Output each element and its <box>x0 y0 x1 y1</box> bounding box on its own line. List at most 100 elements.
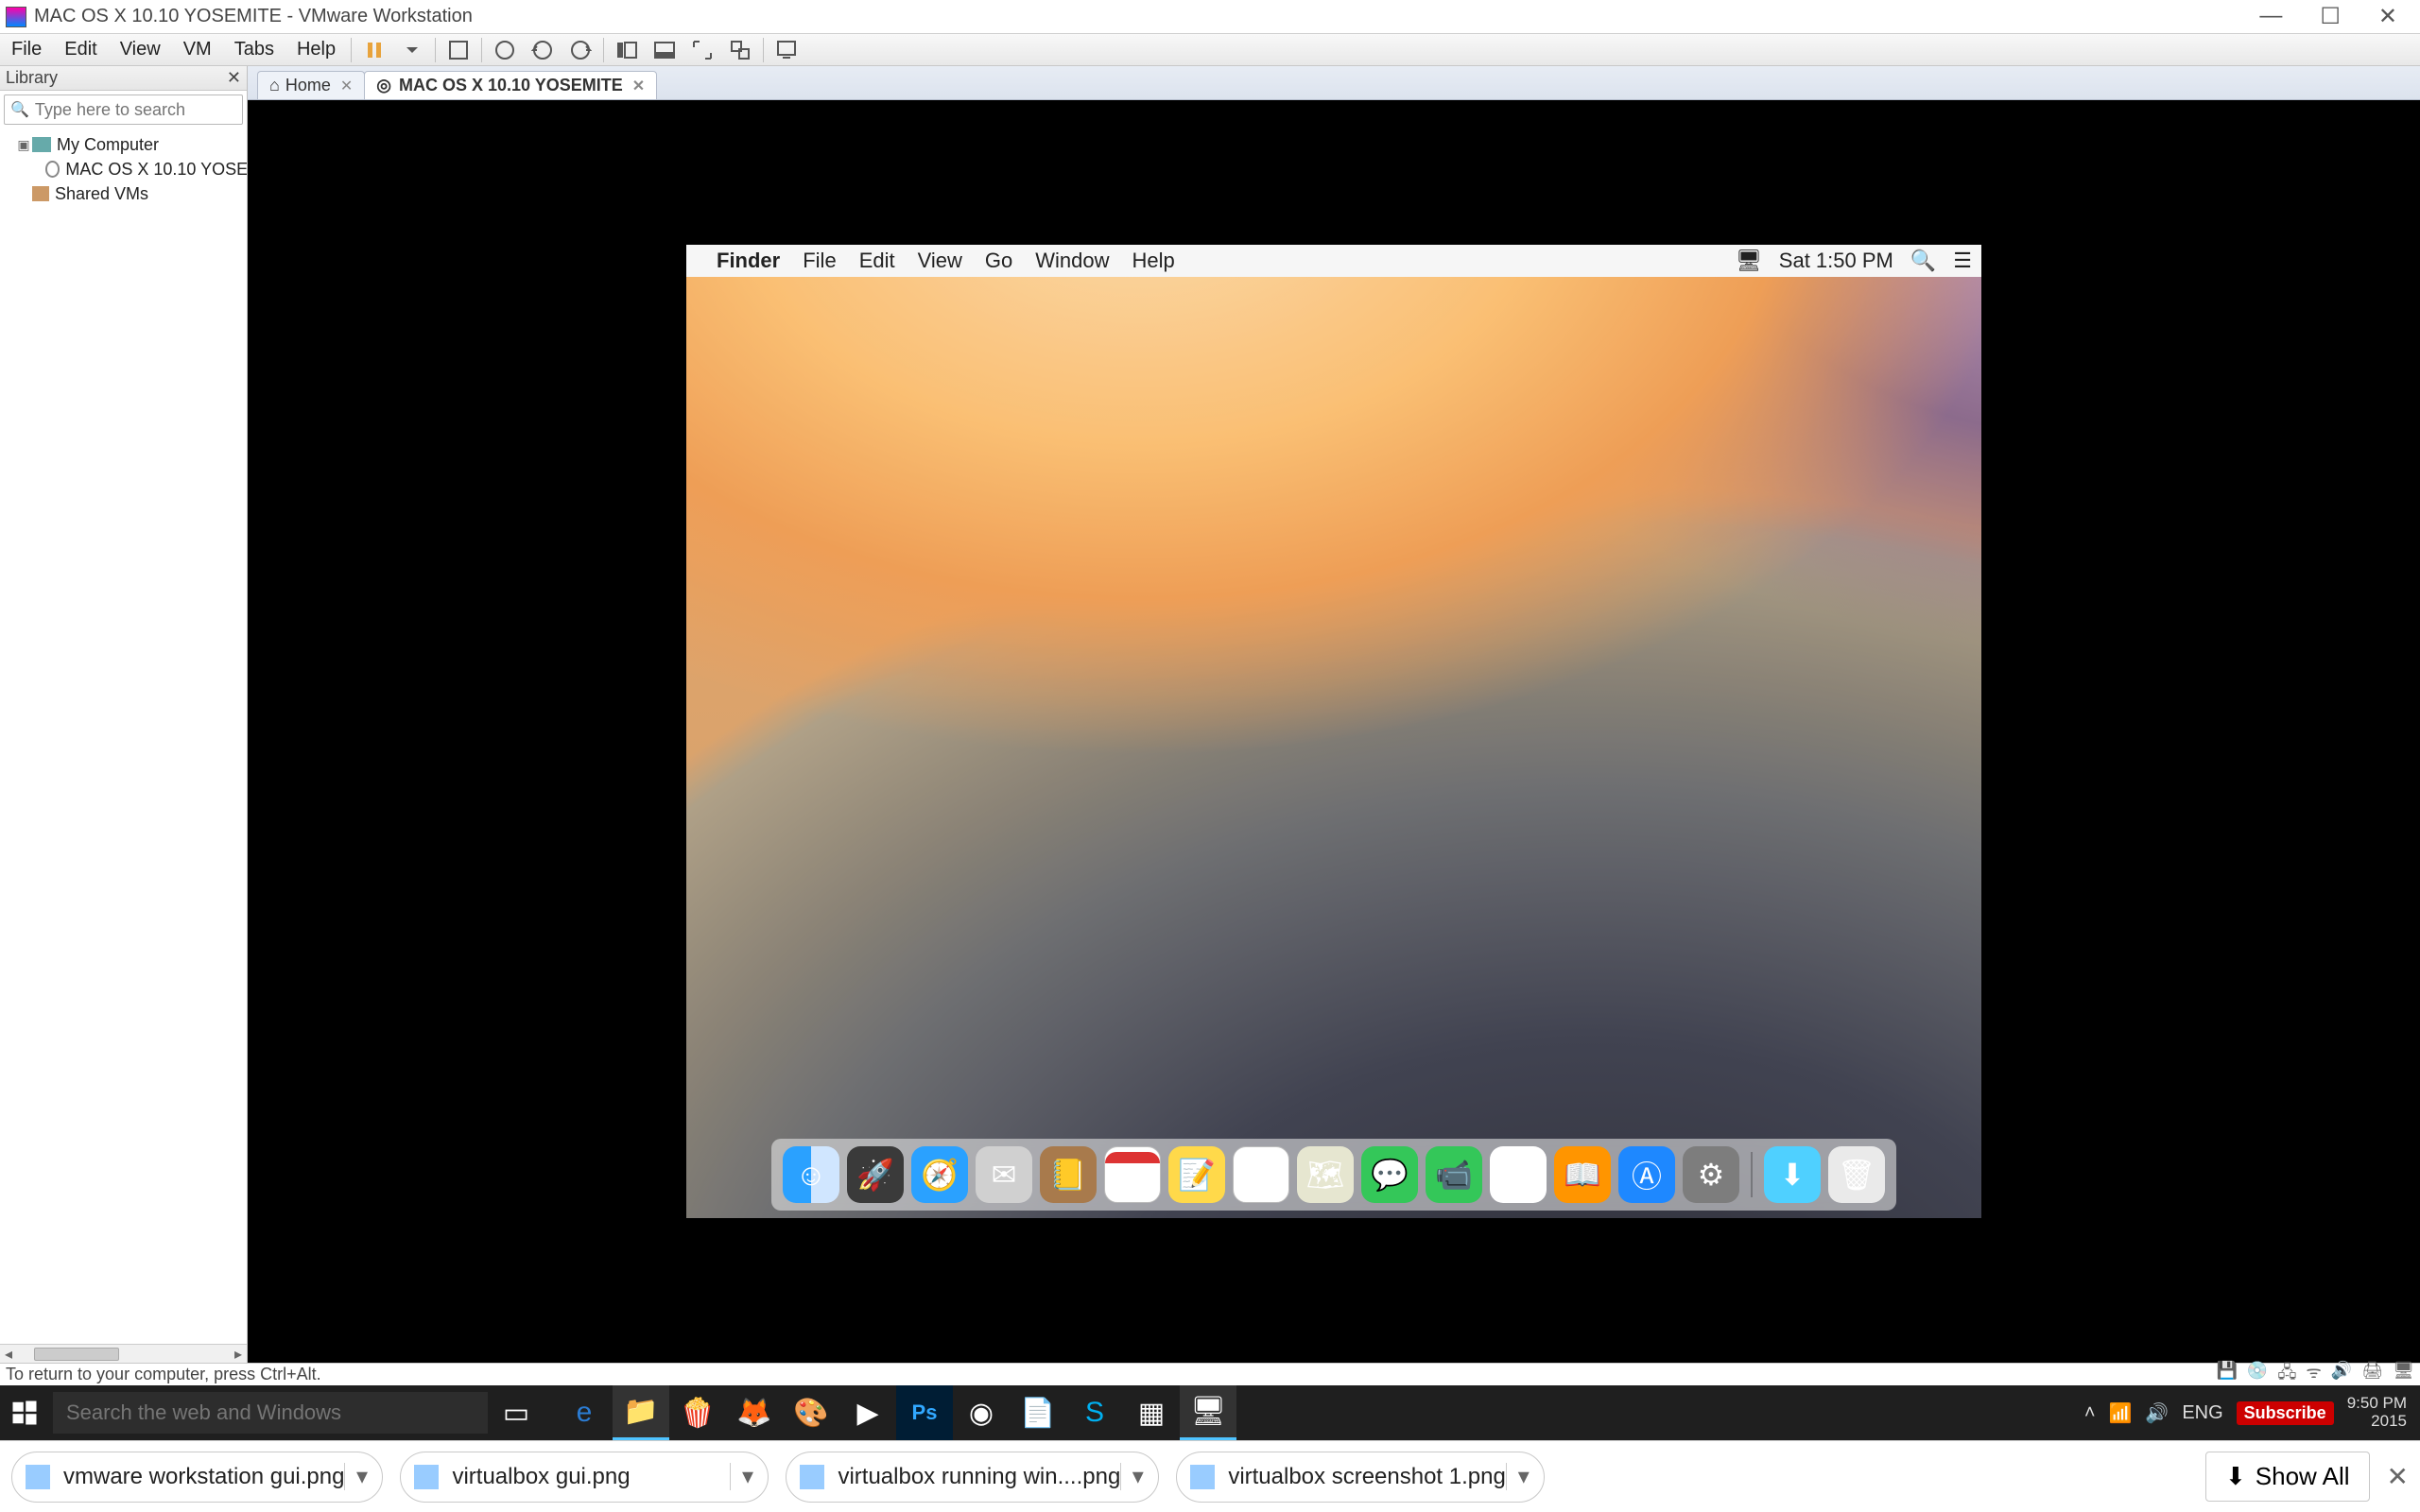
thumbnail-bar-button[interactable] <box>651 37 678 63</box>
library-h-scrollbar[interactable]: ◂ ▸ <box>0 1344 247 1363</box>
usb-icon[interactable]: ᯤ <box>2306 1361 2321 1389</box>
download-options-icon[interactable]: ▾ <box>730 1463 754 1490</box>
lib-item-my-computer[interactable]: ▣ My Computer <box>17 132 247 157</box>
dock-messages[interactable]: 💬 <box>1361 1146 1418 1203</box>
dock-itunes[interactable]: ♫ <box>1490 1146 1547 1203</box>
macos-desktop[interactable]: Finder File Edit View Go Window Help 🖥 S… <box>686 245 1981 1218</box>
tab-home[interactable]: ⌂ Home ✕ <box>257 71 365 99</box>
taskbar-chrome[interactable]: ◉ <box>953 1385 1010 1440</box>
taskbar-clock[interactable]: 9:50 PM 2015 <box>2347 1395 2407 1430</box>
taskbar-unknown-1[interactable]: ▦ <box>1123 1385 1180 1440</box>
menu-file[interactable]: File <box>0 39 53 60</box>
youtube-subscribe-overlay[interactable]: Subscribe <box>2237 1401 2334 1425</box>
dock-finder[interactable]: ☺ <box>783 1146 839 1203</box>
notification-center-icon[interactable]: ☰ <box>1953 249 1972 273</box>
printer-icon[interactable]: 🖨 <box>2361 1361 2383 1389</box>
display-menu-icon[interactable]: 🖥 <box>1736 249 1762 273</box>
tray-chevron-up-icon[interactable]: ˄ <box>2084 1402 2096 1424</box>
unity-button[interactable] <box>727 37 753 63</box>
taskbar-firefox[interactable]: 🦊 <box>726 1385 783 1440</box>
show-all-downloads-button[interactable]: ⬇ Show All <box>2205 1452 2370 1502</box>
dock-maps[interactable]: 🗺 <box>1297 1146 1354 1203</box>
taskbar-vmware[interactable]: 🖥 <box>1180 1385 1236 1440</box>
console-view-button[interactable] <box>773 37 800 63</box>
scroll-right-icon[interactable]: ▸ <box>230 1345 247 1364</box>
tray-wifi-icon[interactable]: 📶 <box>2109 1401 2133 1425</box>
taskbar-explorer[interactable]: 📁 <box>613 1385 669 1440</box>
download-options-icon[interactable]: ▾ <box>344 1463 369 1490</box>
show-library-button[interactable] <box>614 37 640 63</box>
dock-ibooks[interactable]: 📖 <box>1554 1146 1611 1203</box>
vm-power-dropdown[interactable] <box>399 37 425 63</box>
macos-menu-window[interactable]: Window <box>1024 249 1120 273</box>
library-search[interactable]: 🔍 ▾ <box>4 94 243 125</box>
revert-snapshot-button[interactable] <box>529 37 556 63</box>
download-item[interactable]: virtualbox running win....png ▾ <box>786 1452 1159 1503</box>
library-close-button[interactable]: ✕ <box>227 68 241 88</box>
send-ctrl-alt-del-button[interactable] <box>445 37 472 63</box>
download-item[interactable]: virtualbox screenshot 1.png ▾ <box>1176 1452 1545 1503</box>
dock-contacts[interactable]: 📒 <box>1040 1146 1097 1203</box>
menu-edit[interactable]: Edit <box>53 39 108 60</box>
macos-menu-help[interactable]: Help <box>1121 249 1186 273</box>
macos-menu-view[interactable]: View <box>907 249 974 273</box>
dock-facetime[interactable]: 📹 <box>1426 1146 1482 1203</box>
macos-app-menu[interactable]: Finder <box>705 249 791 273</box>
taskbar-photoshop[interactable]: Ps <box>896 1385 953 1440</box>
manage-snapshots-button[interactable] <box>567 37 594 63</box>
menu-vm[interactable]: VM <box>172 39 223 60</box>
start-button[interactable] <box>0 1385 49 1440</box>
vm-power-pause-button[interactable] <box>361 37 388 63</box>
macos-clock[interactable]: Sat 1:50 PM <box>1779 249 1893 273</box>
menu-view[interactable]: View <box>109 39 172 60</box>
tab-vm[interactable]: ◎ MAC OS X 10.10 YOSEMITE ✕ <box>364 71 657 99</box>
task-view-button[interactable]: ▭ <box>488 1385 544 1440</box>
macos-menu-file[interactable]: File <box>791 249 847 273</box>
library-search-input[interactable] <box>35 100 254 120</box>
guest-display-area[interactable]: Finder File Edit View Go Window Help 🖥 S… <box>248 100 2420 1363</box>
dock-notes[interactable]: 📝 <box>1168 1146 1225 1203</box>
hdd-icon[interactable]: 💾 <box>2217 1361 2238 1389</box>
dock-trash[interactable]: 🗑 <box>1828 1146 1885 1203</box>
dock-downloads[interactable]: ⬇ <box>1764 1146 1821 1203</box>
network-icon[interactable]: 🖧 <box>2277 1361 2296 1389</box>
dock-app-store[interactable]: Ⓐ <box>1618 1146 1675 1203</box>
tray-language-icon[interactable]: ENG <box>2182 1402 2222 1424</box>
taskbar-notepad[interactable]: 📄 <box>1010 1385 1066 1440</box>
taskbar-movies[interactable]: 🍿 <box>669 1385 726 1440</box>
tab-close-icon[interactable]: ✕ <box>340 77 353 95</box>
display-icon[interactable]: 🖥 <box>2393 1361 2414 1389</box>
download-item[interactable]: vmware workstation gui.png ▾ <box>11 1452 383 1503</box>
download-item[interactable]: virtualbox gui.png ▾ <box>400 1452 769 1503</box>
windows-search-box[interactable] <box>53 1392 488 1434</box>
fullscreen-button[interactable] <box>689 37 716 63</box>
window-close-button[interactable]: ✕ <box>2378 3 2397 30</box>
dock-calendar[interactable]: 17 <box>1104 1146 1161 1203</box>
expand-icon[interactable]: ▣ <box>17 137 30 153</box>
macos-menu-go[interactable]: Go <box>974 249 1024 273</box>
dock-system-preferences[interactable]: ⚙ <box>1683 1146 1739 1203</box>
scrollbar-thumb[interactable] <box>34 1348 119 1361</box>
spotlight-icon[interactable]: 🔍 <box>1910 249 1936 273</box>
window-maximize-button[interactable]: ☐ <box>2320 3 2341 30</box>
menu-help[interactable]: Help <box>285 39 347 60</box>
scroll-left-icon[interactable]: ◂ <box>0 1345 17 1364</box>
tray-volume-icon[interactable]: 🔊 <box>2145 1401 2169 1425</box>
lib-item-vm[interactable]: MAC OS X 10.10 YOSEMITE <box>17 157 247 181</box>
cd-icon[interactable]: 💿 <box>2247 1361 2268 1389</box>
taskbar-edge[interactable]: e <box>556 1385 613 1440</box>
taskbar-skype[interactable]: S <box>1066 1385 1123 1440</box>
sound-icon[interactable]: 🔊 <box>2331 1361 2352 1389</box>
lib-item-shared[interactable]: Shared VMs <box>17 181 247 206</box>
windows-search-input[interactable] <box>66 1400 475 1425</box>
taskbar-paint[interactable]: 🎨 <box>783 1385 839 1440</box>
download-options-icon[interactable]: ▾ <box>1506 1463 1530 1490</box>
tab-close-icon[interactable]: ✕ <box>632 77 645 95</box>
dock-launchpad[interactable]: 🚀 <box>847 1146 904 1203</box>
dock-mail[interactable]: ✉ <box>976 1146 1032 1203</box>
window-minimize-button[interactable]: — <box>2259 3 2282 30</box>
menu-tabs[interactable]: Tabs <box>223 39 285 60</box>
download-options-icon[interactable]: ▾ <box>1120 1463 1145 1490</box>
macos-menu-edit[interactable]: Edit <box>848 249 907 273</box>
download-shelf-close-button[interactable]: ✕ <box>2387 1461 2409 1492</box>
